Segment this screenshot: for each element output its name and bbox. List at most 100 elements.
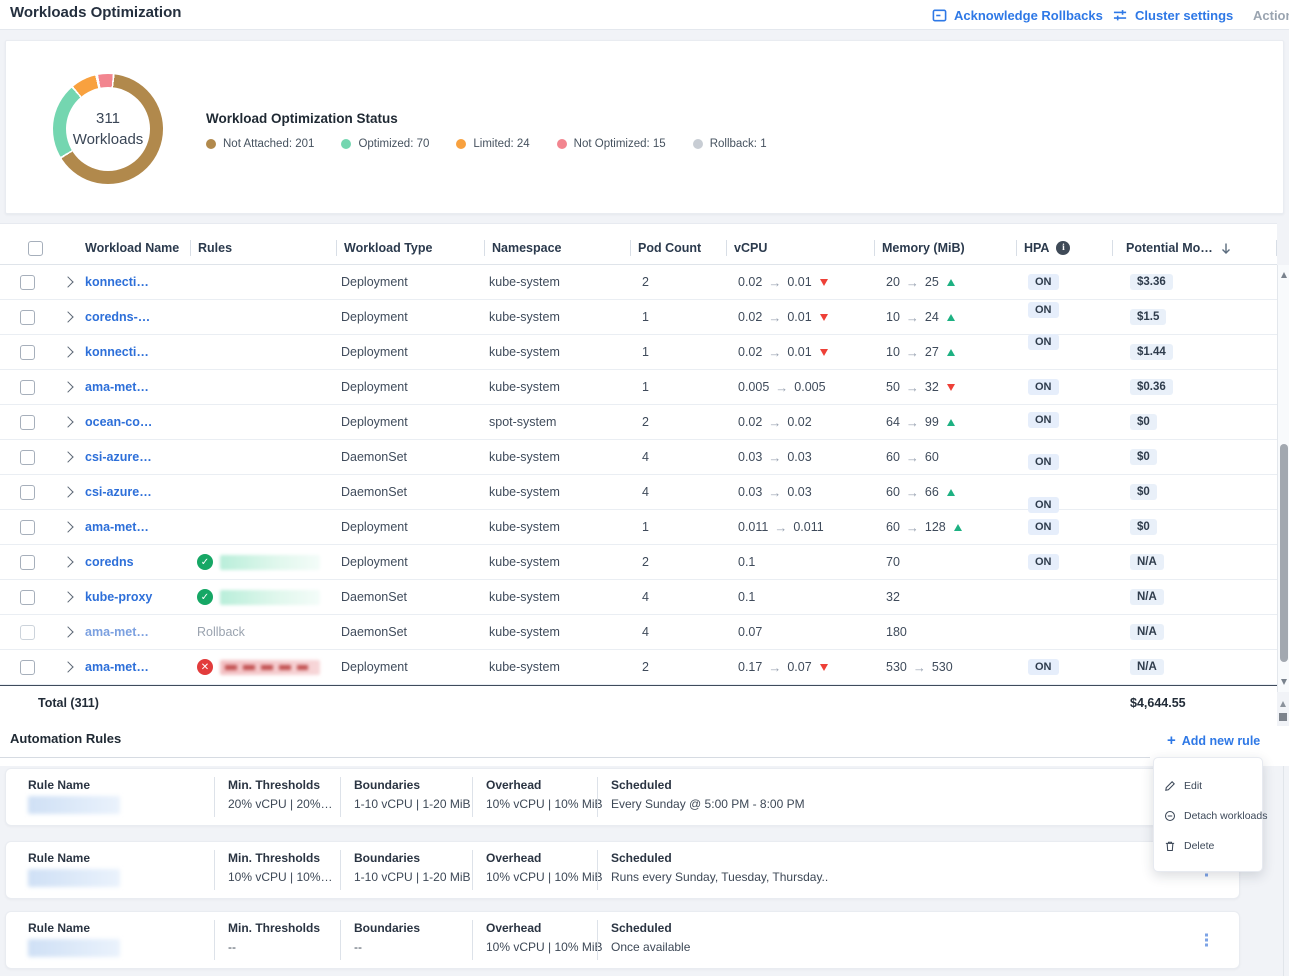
metric-recommended: 0.01 (787, 275, 811, 289)
workload-name-link[interactable]: ama-met… (82, 520, 190, 534)
row-checkbox[interactable] (20, 415, 35, 430)
col-header-namespace[interactable]: Namespace (484, 232, 630, 264)
row-checkbox[interactable] (20, 310, 35, 325)
rule-overhead-column-label: Overhead (486, 851, 597, 865)
table-scrollbar-thumb[interactable] (1280, 444, 1288, 662)
acknowledge-rollbacks-button[interactable]: Acknowledge Rollbacks (932, 0, 1103, 30)
trend-down-icon (820, 349, 828, 356)
expand-row-icon[interactable] (62, 451, 73, 462)
row-checkbox[interactable] (20, 380, 35, 395)
cluster-settings-button[interactable]: Cluster settings (1113, 0, 1233, 30)
scroll-down-icon[interactable] (1281, 679, 1287, 685)
metric-recommended: 66 (925, 485, 939, 499)
hpa-cell: ON (1016, 519, 1112, 535)
expand-row-icon[interactable] (62, 416, 73, 427)
arrow-right-icon: → (906, 380, 919, 395)
row-checkbox[interactable] (20, 660, 35, 675)
rule-overhead-column-label: Overhead (486, 778, 597, 792)
hpa-info-icon[interactable]: i (1056, 241, 1070, 255)
page-scrollbar-thumb[interactable] (1279, 713, 1287, 721)
workload-name-link[interactable]: ama-met… (82, 380, 190, 394)
memory-cell: 60→128 (874, 520, 1016, 535)
workload-name-link[interactable]: konnecti… (82, 345, 190, 359)
expand-row-icon[interactable] (62, 381, 73, 392)
col-header-rules[interactable]: Rules (190, 232, 336, 264)
col-header-workload-type[interactable]: Workload Type (336, 232, 484, 264)
row-checkbox[interactable] (20, 450, 35, 465)
workload-name-link[interactable]: ocean-co… (82, 415, 190, 429)
workload-name-cell: ama-met… (82, 520, 190, 534)
rule-scheduled-column-label: Scheduled (611, 778, 1239, 792)
workload-name-link[interactable]: coredns-… (82, 310, 190, 324)
col-header-vcpu[interactable]: vCPU (726, 232, 874, 264)
row-checkbox[interactable] (20, 590, 35, 605)
potential-savings-badge: $0 (1130, 519, 1157, 535)
workload-name-link[interactable]: ama-met… (82, 625, 190, 639)
col-header-pod-count[interactable]: Pod Count (630, 232, 726, 264)
workload-name-link[interactable]: ama-met… (82, 660, 190, 674)
workload-name-link[interactable]: csi-azure… (82, 485, 190, 499)
row-checkbox-cell (0, 555, 50, 570)
metric-recommended: 60 (925, 450, 939, 464)
expand-row-icon[interactable] (62, 626, 73, 637)
automation-rule-card: Rule NameMin. Thresholds20% vCPU | 20%…B… (5, 768, 1240, 826)
automation-rules-section: Automation Rules + Add new rule (0, 726, 1289, 766)
expand-row-icon[interactable] (62, 521, 73, 532)
metric-current: 0.07 (738, 625, 762, 639)
expand-row-icon[interactable] (62, 591, 73, 602)
row-checkbox[interactable] (20, 625, 35, 640)
namespace-cell: kube-system (484, 275, 630, 289)
workload-type-cell: DaemonSet (336, 450, 484, 464)
hpa-cell: ON (1016, 484, 1112, 500)
add-new-rule-button[interactable]: + Add new rule (1167, 733, 1260, 748)
hpa-badge: ON (1028, 497, 1059, 513)
menu-item-delete[interactable]: Delete (1154, 831, 1262, 861)
expand-row-icon[interactable] (62, 556, 73, 567)
legend-dot (557, 139, 567, 149)
expand-row-icon[interactable] (62, 346, 73, 357)
rule-name-label: Rule Name (28, 778, 214, 792)
expand-row-icon[interactable] (62, 661, 73, 672)
col-header-potential-monthly[interactable]: Potential Mo… (1112, 232, 1277, 264)
workload-type-cell: DaemonSet (336, 485, 484, 499)
rule-scheduled-column: ScheduledEvery Sunday @ 5:00 PM - 8:00 P… (597, 769, 1239, 825)
namespace-cell: kube-system (484, 590, 630, 604)
action-button-disabled[interactable]: Action (1253, 0, 1289, 30)
rule-failed-icon: ✕ (197, 659, 213, 675)
row-checkbox[interactable] (20, 485, 35, 500)
workload-name-link[interactable]: konnecti… (82, 275, 190, 289)
row-checkbox[interactable] (20, 275, 35, 290)
vcpu-cell: 0.02→0.01 (726, 275, 874, 290)
hpa-badge: ON (1028, 379, 1059, 395)
col-header-memory[interactable]: Memory (MiB) (874, 232, 1016, 264)
table-scrollbar[interactable] (1277, 265, 1289, 692)
page-scroll-up-icon[interactable] (1280, 701, 1286, 707)
pod-count-cell: 2 (630, 415, 726, 429)
scroll-up-icon[interactable] (1281, 272, 1287, 278)
rule-name-label: Rule Name (28, 851, 214, 865)
memory-cell: 32 (874, 590, 1016, 604)
col-header-hpa[interactable]: HPA i (1016, 232, 1112, 264)
potential-cell: N/A (1112, 589, 1277, 605)
rule-actions-kebab[interactable] (1202, 931, 1211, 950)
row-checkbox[interactable] (20, 555, 35, 570)
expand-row-icon[interactable] (62, 311, 73, 322)
row-checkbox[interactable] (20, 345, 35, 360)
workload-name-link[interactable]: kube-proxy (82, 590, 190, 604)
workload-name-link[interactable]: coredns (82, 555, 190, 569)
expand-row-icon[interactable] (62, 486, 73, 497)
menu-item-edit[interactable]: Edit (1154, 771, 1262, 801)
sort-desc-icon[interactable] (1220, 242, 1232, 255)
namespace-cell: spot-system (484, 415, 630, 429)
hpa-badge: ON (1028, 274, 1059, 290)
table-body: konnecti…Deploymentkube-system20.02→0.01… (0, 265, 1277, 685)
arrow-right-icon: → (768, 485, 781, 500)
row-checkbox[interactable] (20, 520, 35, 535)
select-all-checkbox[interactable] (28, 241, 43, 256)
workload-name-link[interactable]: csi-azure… (82, 450, 190, 464)
arrow-right-icon: → (906, 345, 919, 360)
pod-count-cell: 1 (630, 520, 726, 534)
col-header-workload-name[interactable]: Workload Name (82, 232, 190, 264)
menu-item-detach-workloads[interactable]: Detach workloads (1154, 801, 1262, 831)
expand-row-icon[interactable] (62, 276, 73, 287)
